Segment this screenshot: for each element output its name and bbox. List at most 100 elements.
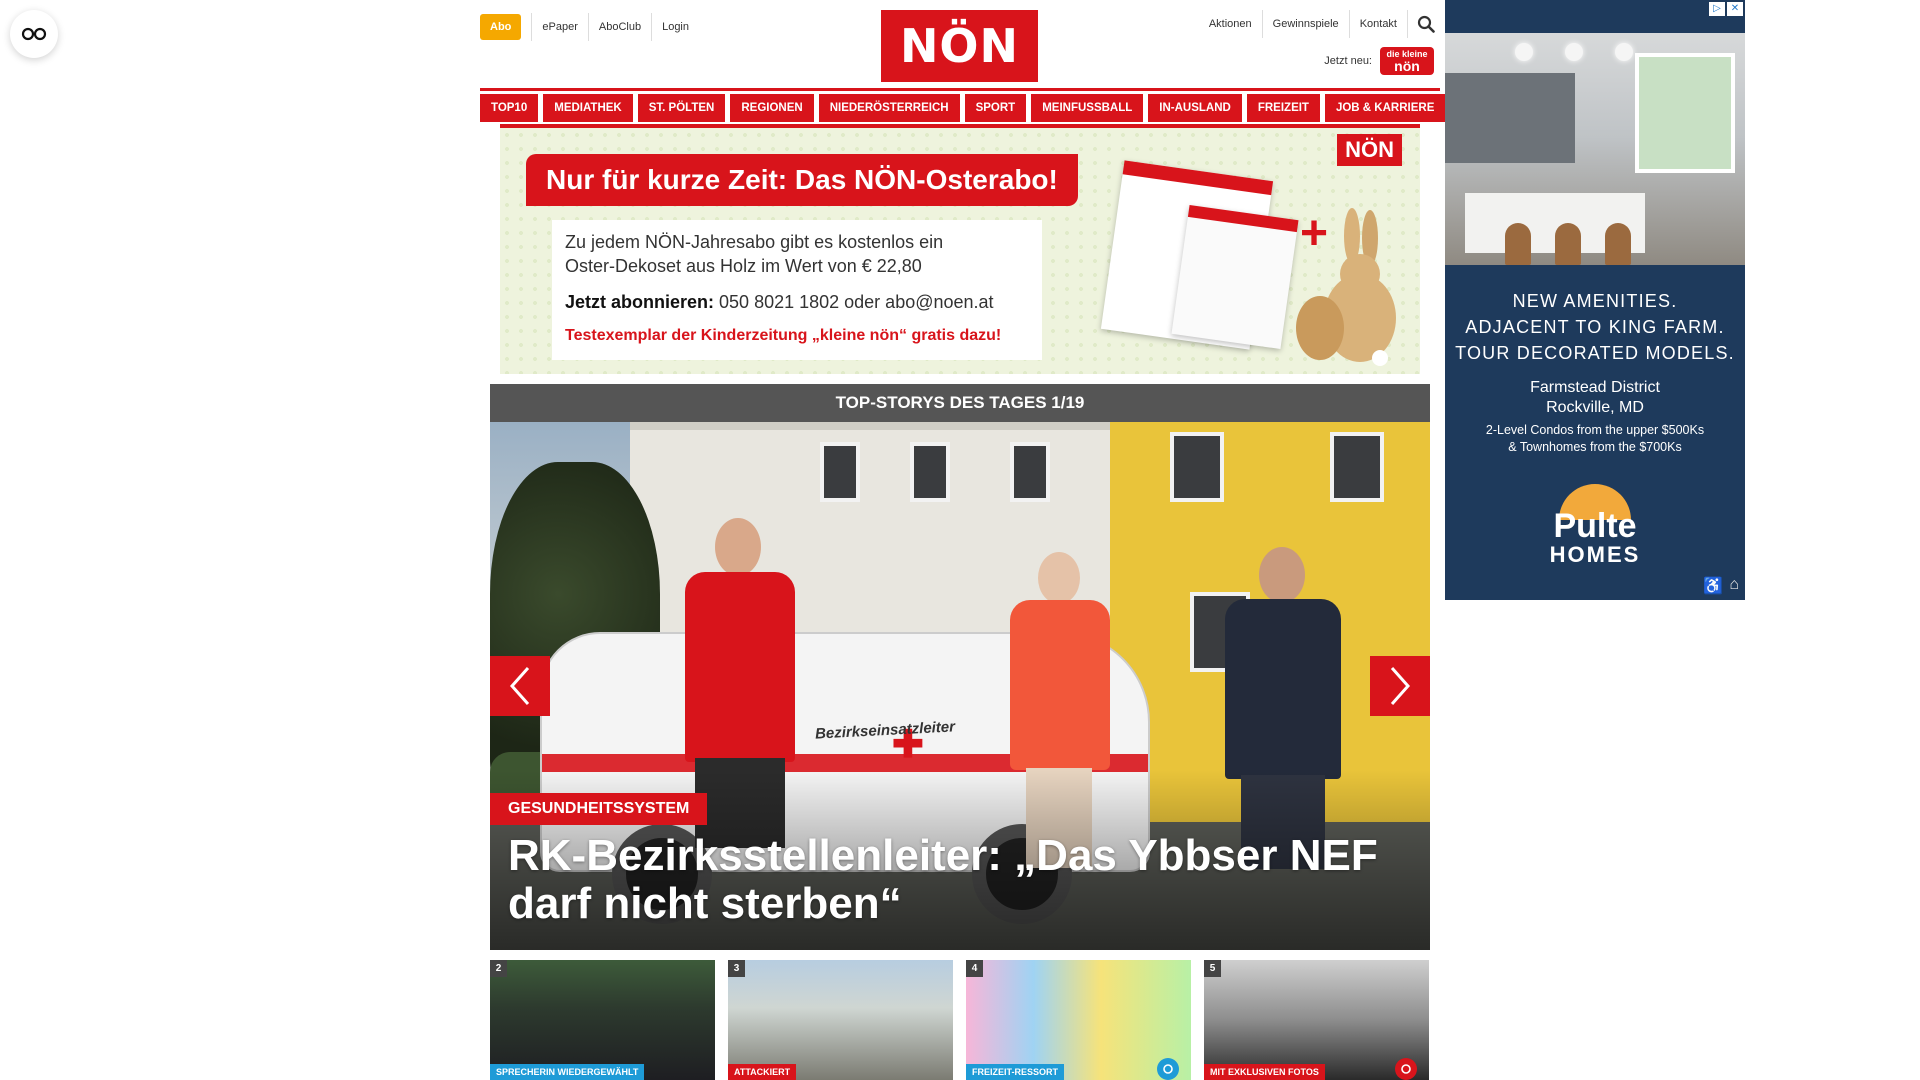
kitchen-image (1445, 33, 1745, 265)
nav-item-in-ausland[interactable]: IN-AUSLAND (1148, 94, 1242, 122)
thumb-tag: SPRECHERIN WIEDERGEWÄHLT (490, 1064, 645, 1080)
chevron-right-icon (1390, 667, 1411, 705)
login-link[interactable]: Login (651, 13, 699, 41)
promo-text-box: Zu jedem NÖN-Jahresabo gibt es kostenlos… (552, 220, 1042, 360)
bar-stool (1555, 223, 1581, 265)
carousel-next-button[interactable] (1370, 656, 1430, 716)
person-head (1038, 552, 1080, 604)
window (1170, 432, 1224, 502)
carousel-prev-button[interactable] (490, 656, 550, 716)
brand-sub: HOMES (1549, 542, 1641, 567)
thumb-tag: FREIZEIT-RESSORT (966, 1064, 1065, 1080)
nav-item-regionen[interactable]: REGIONEN (730, 94, 814, 122)
window (1010, 442, 1050, 502)
kitchen-window (1635, 53, 1735, 173)
promo-text: Zu jedem NÖN-Jahresabo gibt es kostenlos… (565, 232, 944, 276)
thumb-number: 4 (966, 960, 983, 977)
nav-item-st-poelten[interactable]: ST. PÖLTEN (637, 94, 726, 122)
easter-bunny-image (1296, 208, 1396, 366)
person-body (1010, 600, 1110, 770)
nav-item-top10[interactable]: TOP10 (480, 94, 539, 122)
glasses-icon (21, 27, 47, 41)
reader-mode-button[interactable] (10, 10, 58, 58)
promo-contact-details: 050 8021 1802 oder abo@noen.at (714, 292, 994, 312)
ad-pricing: 2-Level Condos from the upper $500Ks & T… (1445, 422, 1745, 456)
story-thumb-5[interactable]: 5 MIT EXKLUSIVEN FOTOS (1204, 960, 1429, 1080)
chevron-left-icon (509, 667, 530, 705)
roofline (630, 422, 1110, 430)
ad-pricing-line: & Townhomes from the $700Ks (1508, 440, 1682, 454)
osterabo-promo-banner[interactable]: Nur für kurze Zeit: Das NÖN-Osterabo! Zu… (500, 124, 1420, 374)
ad-headline: NEW AMENITIES. ADJACENT TO KING FARM. TO… (1445, 288, 1745, 366)
jetzt-neu: Jetzt neu: die kleine nön (1324, 47, 1434, 75)
pulte-homes-ad[interactable]: ▷ ✕ NEW AMENITIES. ADJACENT TO KING FARM… (1445, 0, 1745, 600)
main-nav: TOP10 MEDIATHEK ST. PÖLTEN REGIONEN NIED… (480, 88, 1446, 122)
nav-item-mediathek[interactable]: MEDIATHEK (543, 94, 633, 122)
promo-highlight: Testexemplar der Kinderzeitung „kleine n… (565, 327, 1002, 344)
promo-noen-logo: NÖN (1337, 134, 1402, 166)
story-thumb-3[interactable]: 3 ATTACKIERT (728, 960, 953, 1080)
gewinnspiele-link[interactable]: Gewinnspiele (1263, 10, 1350, 38)
thumb-number: 2 (490, 960, 507, 977)
abo-button[interactable]: Abo (480, 14, 522, 40)
equal-housing-icon: ⌂ (1729, 576, 1739, 593)
nav-item-job-karriere[interactable]: JOB & KARRIERE (1324, 94, 1446, 122)
ad-location-line: Farmstead District (1530, 379, 1660, 396)
nav-item-freizeit[interactable]: FREIZEIT (1246, 94, 1320, 122)
carousel-title: TOP-STORYS DES TAGES 1/19 (490, 384, 1430, 422)
ad-location: Farmstead District Rockville, MD (1445, 378, 1745, 418)
pulte-logo: Pulte HOMES (1539, 484, 1651, 574)
promo-contact-label: Jetzt abonnieren: (565, 292, 715, 312)
site-logo[interactable]: NÖN (881, 10, 1038, 82)
bar-stool (1605, 223, 1631, 265)
kleine-noen-badge[interactable]: die kleine nön (1380, 47, 1434, 75)
story-thumb-2[interactable]: 2 SPRECHERIN WIEDERGEWÄHLT (490, 960, 715, 1080)
right-links: Aktionen Gewinnspiele Kontakt (1199, 10, 1440, 38)
camera-icon (1395, 1058, 1417, 1080)
person-head (1259, 547, 1305, 603)
story-headline[interactable]: RK-Bezirksstellenleiter: „Das Ybbser NEF… (508, 832, 1408, 928)
category-tag[interactable]: GESUNDHEITSSYSTEM (490, 793, 708, 825)
nav-item-niederoesterreich[interactable]: NIEDERÖSTERREICH (818, 94, 960, 122)
window (1330, 432, 1384, 502)
nav-item-meinfussball[interactable]: MEINFUSSBALL (1031, 94, 1144, 122)
camera-icon (1157, 1058, 1179, 1080)
thumb-number: 5 (1204, 960, 1221, 977)
thumb-tag: MIT EXKLUSIVEN FOTOS (1204, 1064, 1325, 1080)
carousel-slide[interactable]: ✚ Bezirkseinsatzleiter GESUNDHEITSSYSTEM… (490, 422, 1430, 950)
logo-text: NÖN (899, 19, 1020, 73)
pendant-lamp (1615, 43, 1633, 61)
ad-location-line: Rockville, MD (1546, 399, 1644, 416)
jetzt-neu-label: Jetzt neu: (1324, 55, 1372, 67)
brand-name: Pulte (1553, 507, 1637, 545)
pendant-lamp (1565, 43, 1583, 61)
thumb-number: 3 (728, 960, 745, 977)
story-thumb-4[interactable]: 4 FREIZEIT-RESSORT (966, 960, 1191, 1080)
ad-footer-icons: ♿ ⌂ (1703, 576, 1739, 596)
accessibility-icon: ♿ (1703, 578, 1724, 595)
ad-close-icon[interactable]: ✕ (1727, 2, 1743, 16)
story-thumbnails: 2 SPRECHERIN WIEDERGEWÄHLT 3 ATTACKIERT … (490, 960, 1430, 1080)
adchoices-icon[interactable]: ▷ (1709, 2, 1725, 16)
search-icon[interactable] (1412, 10, 1440, 38)
nav-item-sport[interactable]: SPORT (964, 94, 1027, 122)
person-head (715, 518, 761, 576)
person-body (1225, 599, 1341, 779)
ad-headline-line: NEW AMENITIES. (1512, 291, 1678, 311)
thumb-tag: ATTACKIERT (728, 1064, 797, 1080)
promo-title: Nur für kurze Zeit: Das NÖN-Osterabo! (526, 154, 1078, 206)
pendant-lamp (1515, 43, 1533, 61)
page: Abo ePaper AboClub Login NÖN Aktionen Ge… (0, 0, 1920, 1080)
aboclub-link[interactable]: AboClub (587, 13, 651, 41)
ad-headline-line: ADJACENT TO KING FARM. (1465, 317, 1725, 337)
kitchen-cabinet (1445, 73, 1575, 163)
ad-topbar (1445, 0, 1745, 33)
kontakt-link[interactable]: Kontakt (1350, 10, 1408, 38)
person-body (685, 572, 795, 762)
epaper-link[interactable]: ePaper (531, 13, 587, 41)
bar-stool (1505, 223, 1531, 265)
aktionen-link[interactable]: Aktionen (1199, 10, 1263, 38)
window (910, 442, 950, 502)
window (820, 442, 860, 502)
ad-headline-line: TOUR DECORATED MODELS. (1455, 343, 1735, 363)
